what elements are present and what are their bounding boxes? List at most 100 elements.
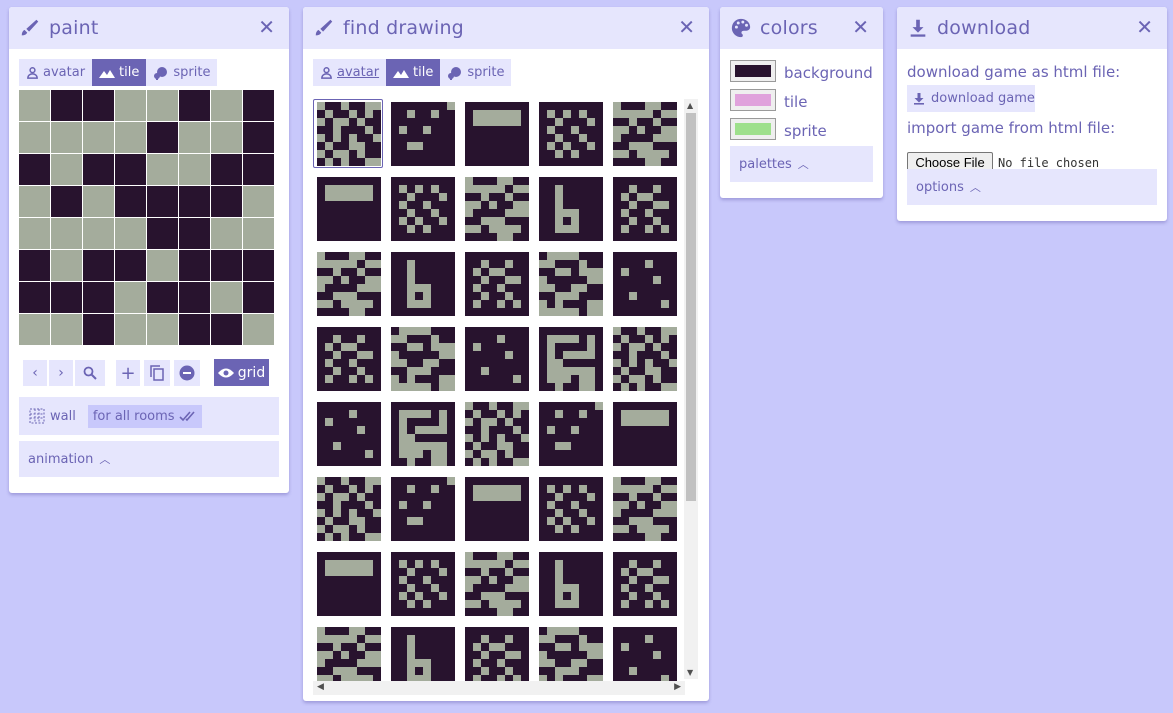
paint-pixel[interactable] xyxy=(19,314,50,345)
paint-pixel[interactable] xyxy=(243,314,274,345)
paint-pixel[interactable] xyxy=(211,314,242,345)
drawing-thumbnail[interactable] xyxy=(317,327,381,391)
drawing-thumbnail[interactable] xyxy=(539,627,603,681)
paint-pixel[interactable] xyxy=(51,154,82,185)
paint-pixel[interactable] xyxy=(243,122,274,153)
paint-pixel[interactable] xyxy=(179,186,210,217)
paint-pixel[interactable] xyxy=(211,122,242,153)
drawing-thumbnail[interactable] xyxy=(539,402,603,466)
drawing-thumbnail[interactable] xyxy=(613,102,677,166)
paint-pixel[interactable] xyxy=(147,186,178,217)
tab-sprite[interactable]: sprite xyxy=(440,59,512,86)
grid-toggle-button[interactable]: grid xyxy=(214,359,269,386)
drawing-thumbnail[interactable] xyxy=(539,477,603,541)
paint-pixel[interactable] xyxy=(179,218,210,249)
scroll-down-icon[interactable]: ▼ xyxy=(687,668,693,677)
horizontal-scrollbar[interactable]: ◀ ▶ xyxy=(313,681,685,695)
drawing-thumbnail[interactable] xyxy=(613,627,677,681)
scroll-up-icon[interactable]: ▲ xyxy=(687,101,693,110)
paint-pixel[interactable] xyxy=(19,90,50,121)
drawing-thumbnail[interactable] xyxy=(465,102,529,166)
download-game-button[interactable]: download game xyxy=(907,85,1035,112)
paint-pixel[interactable] xyxy=(19,186,50,217)
scrollbar-thumb[interactable] xyxy=(686,113,696,501)
paint-pixel[interactable] xyxy=(179,90,210,121)
paint-pixel[interactable] xyxy=(83,90,114,121)
paint-pixel[interactable] xyxy=(147,90,178,121)
delete-button[interactable] xyxy=(174,360,200,386)
drawing-thumbnail[interactable] xyxy=(539,252,603,316)
drawing-thumbnail[interactable] xyxy=(465,327,529,391)
drawing-thumbnail[interactable] xyxy=(465,177,529,241)
tile-color-swatch[interactable] xyxy=(730,89,776,111)
palettes-section[interactable]: palettes ︿ xyxy=(730,146,873,182)
drawing-thumbnail[interactable] xyxy=(465,552,529,616)
drawing-thumbnail[interactable] xyxy=(317,627,381,681)
drawing-thumbnail[interactable] xyxy=(465,477,529,541)
drawing-thumbnail[interactable] xyxy=(539,327,603,391)
paint-pixel[interactable] xyxy=(147,122,178,153)
close-icon[interactable]: ✕ xyxy=(678,15,695,39)
paint-pixel[interactable] xyxy=(211,282,242,313)
animation-section[interactable]: animation ︿ xyxy=(19,441,279,477)
paint-pixel[interactable] xyxy=(19,218,50,249)
drawing-thumbnail[interactable] xyxy=(539,102,603,166)
paint-pixel[interactable] xyxy=(83,122,114,153)
drawing-thumbnail[interactable] xyxy=(391,252,455,316)
paint-pixel[interactable] xyxy=(243,90,274,121)
for-all-rooms-toggle[interactable]: for all rooms xyxy=(87,404,202,428)
drawing-thumbnail[interactable] xyxy=(391,402,455,466)
drawing-thumbnail[interactable] xyxy=(391,327,455,391)
paint-pixel[interactable] xyxy=(115,314,146,345)
paint-pixel[interactable] xyxy=(147,314,178,345)
paint-pixel[interactable] xyxy=(115,282,146,313)
drawing-thumbnail[interactable] xyxy=(613,177,677,241)
tab-avatar[interactable]: avatar xyxy=(313,59,387,86)
next-button[interactable]: › xyxy=(49,360,73,386)
drawing-thumbnail[interactable] xyxy=(539,177,603,241)
drawing-thumbnail[interactable] xyxy=(317,252,381,316)
find-button[interactable] xyxy=(75,360,105,386)
drawing-thumbnail[interactable] xyxy=(613,252,677,316)
paint-pixel[interactable] xyxy=(211,154,242,185)
vertical-scrollbar[interactable]: ▲ ▼ xyxy=(684,99,698,679)
paint-pixel[interactable] xyxy=(83,250,114,281)
sprite-color-swatch[interactable] xyxy=(730,118,776,140)
drawing-thumbnail[interactable] xyxy=(391,477,455,541)
paint-pixel[interactable] xyxy=(115,250,146,281)
paint-pixel[interactable] xyxy=(115,90,146,121)
paint-pixel[interactable] xyxy=(19,154,50,185)
drawing-thumbnail[interactable] xyxy=(391,552,455,616)
drawing-thumbnail[interactable] xyxy=(317,177,381,241)
drawing-thumbnail[interactable] xyxy=(317,402,381,466)
paint-pixel[interactable] xyxy=(147,282,178,313)
drawing-thumbnail[interactable] xyxy=(465,252,529,316)
paint-pixel[interactable] xyxy=(243,154,274,185)
drawing-thumbnail[interactable] xyxy=(391,102,455,166)
tab-sprite[interactable]: sprite xyxy=(146,59,218,86)
paint-pixel[interactable] xyxy=(83,282,114,313)
paint-pixel[interactable] xyxy=(243,282,274,313)
paint-pixel[interactable] xyxy=(211,186,242,217)
options-section[interactable]: options ︿ xyxy=(907,169,1157,205)
paint-pixel[interactable] xyxy=(51,186,82,217)
paint-pixel[interactable] xyxy=(115,186,146,217)
drawing-thumbnail[interactable] xyxy=(613,552,677,616)
paint-pixel[interactable] xyxy=(51,282,82,313)
paint-pixel[interactable] xyxy=(243,186,274,217)
scroll-left-icon[interactable]: ◀ xyxy=(317,682,324,692)
paint-pixel[interactable] xyxy=(51,314,82,345)
drawing-thumbnail[interactable] xyxy=(391,177,455,241)
drawing-thumbnail[interactable] xyxy=(613,402,677,466)
drawing-thumbnail[interactable] xyxy=(613,477,677,541)
paint-pixel[interactable] xyxy=(115,154,146,185)
paint-pixel[interactable] xyxy=(147,154,178,185)
paint-pixel[interactable] xyxy=(179,250,210,281)
duplicate-button[interactable] xyxy=(144,360,170,386)
paint-pixel[interactable] xyxy=(83,218,114,249)
paint-pixel[interactable] xyxy=(211,218,242,249)
paint-pixel[interactable] xyxy=(147,218,178,249)
paint-pixel[interactable] xyxy=(115,218,146,249)
drawing-thumbnail[interactable] xyxy=(539,552,603,616)
paint-pixel[interactable] xyxy=(179,314,210,345)
